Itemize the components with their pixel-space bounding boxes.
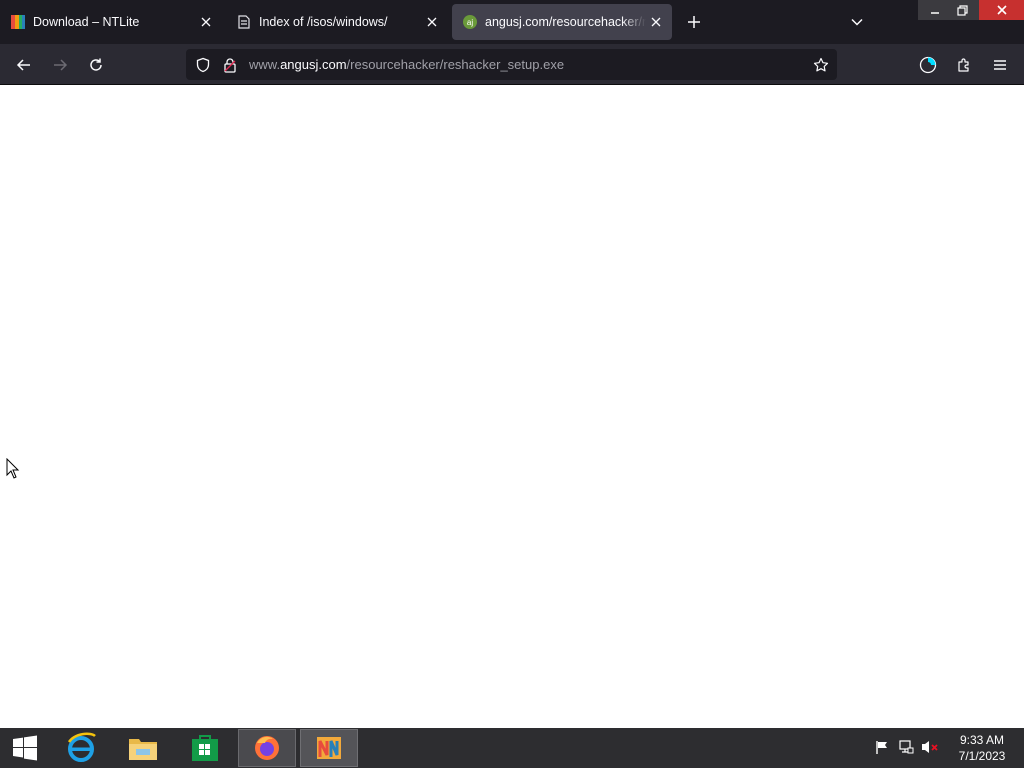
back-button[interactable] xyxy=(11,52,37,78)
volume-muted-icon[interactable] xyxy=(921,738,939,756)
close-window-button[interactable] xyxy=(979,0,1024,20)
lock-icon[interactable] xyxy=(221,56,239,74)
url-prefix: www. xyxy=(249,57,281,72)
url-text[interactable]: www.angusj.com/resourcehacker/reshacker_… xyxy=(249,57,564,72)
tab-title: angusj.com/resourcehacker/reshacker_setu… xyxy=(485,15,646,29)
file-explorer-icon[interactable] xyxy=(114,729,172,767)
tab-title: Download – NTLite xyxy=(33,15,140,29)
shield-icon[interactable] xyxy=(194,56,212,74)
app-menu-button[interactable] xyxy=(987,52,1013,78)
close-tab-icon[interactable] xyxy=(422,12,442,32)
extensions-button[interactable] xyxy=(951,52,977,78)
store-icon[interactable] xyxy=(176,729,234,767)
close-tab-icon[interactable] xyxy=(646,12,666,32)
system-clock[interactable]: 9:33 AM 7/1/2023 xyxy=(952,732,1012,764)
close-icon xyxy=(996,5,1007,15)
puzzle-icon xyxy=(958,58,969,72)
close-tab-icon[interactable] xyxy=(196,12,216,32)
firefox-window: Download – NTLite Index of /isos/windows… xyxy=(0,0,1024,728)
arrow-left-icon xyxy=(16,59,30,71)
tab-strip: Download – NTLite Index of /isos/windows… xyxy=(0,0,1024,44)
reload-button[interactable] xyxy=(83,52,109,78)
restore-icon xyxy=(956,4,968,16)
url-path: /resourcehacker/reshacker_setup.exe xyxy=(346,57,565,72)
angusj-icon: aj xyxy=(462,14,478,30)
address-bar[interactable]: www.angusj.com/resourcehacker/reshacker_… xyxy=(186,49,837,80)
reload-icon xyxy=(90,58,102,71)
ntlite-taskbar-icon[interactable] xyxy=(300,729,358,767)
forward-button xyxy=(47,52,73,78)
account-sync-icon xyxy=(919,56,937,74)
chevron-down-icon xyxy=(851,18,863,26)
svg-text:aj: aj xyxy=(467,18,473,27)
tab-ntlite[interactable]: Download – NTLite xyxy=(0,4,222,40)
clock-time: 9:33 AM xyxy=(959,733,1005,747)
restore-button[interactable] xyxy=(945,0,979,20)
windows-logo-icon xyxy=(13,735,37,761)
tab-reshacker[interactable]: aj angusj.com/resourcehacker/reshacker_s… xyxy=(452,4,672,40)
taskbar: 9:33 AM 7/1/2023 xyxy=(0,728,1024,768)
tab-index-isos[interactable]: Index of /isos/windows/ xyxy=(226,4,448,40)
arrow-right-icon xyxy=(54,59,68,71)
mouse-cursor-icon xyxy=(6,458,20,479)
list-all-tabs-button[interactable] xyxy=(846,11,868,33)
firefox-icon[interactable] xyxy=(238,729,296,767)
navigation-toolbar: www.angusj.com/resourcehacker/reshacker_… xyxy=(0,44,1024,85)
clock-date: 7/1/2023 xyxy=(958,749,1006,763)
new-tab-button[interactable] xyxy=(683,11,705,33)
tab-title: Index of /isos/windows/ xyxy=(259,15,388,29)
ntlite-icon xyxy=(10,14,26,30)
page-content xyxy=(0,85,1024,728)
action-center-flag-icon[interactable] xyxy=(873,738,891,756)
minimize-icon xyxy=(931,12,939,14)
directory-icon xyxy=(236,14,252,30)
hamburger-menu-icon xyxy=(994,60,1006,70)
network-icon[interactable] xyxy=(897,738,915,756)
plus-icon xyxy=(688,16,700,28)
firefox-view-button[interactable] xyxy=(915,52,941,78)
url-host: angusj.com xyxy=(280,57,347,72)
internet-explorer-icon[interactable] xyxy=(52,729,110,767)
bookmark-star-icon[interactable] xyxy=(812,56,830,74)
start-button[interactable] xyxy=(0,729,50,767)
